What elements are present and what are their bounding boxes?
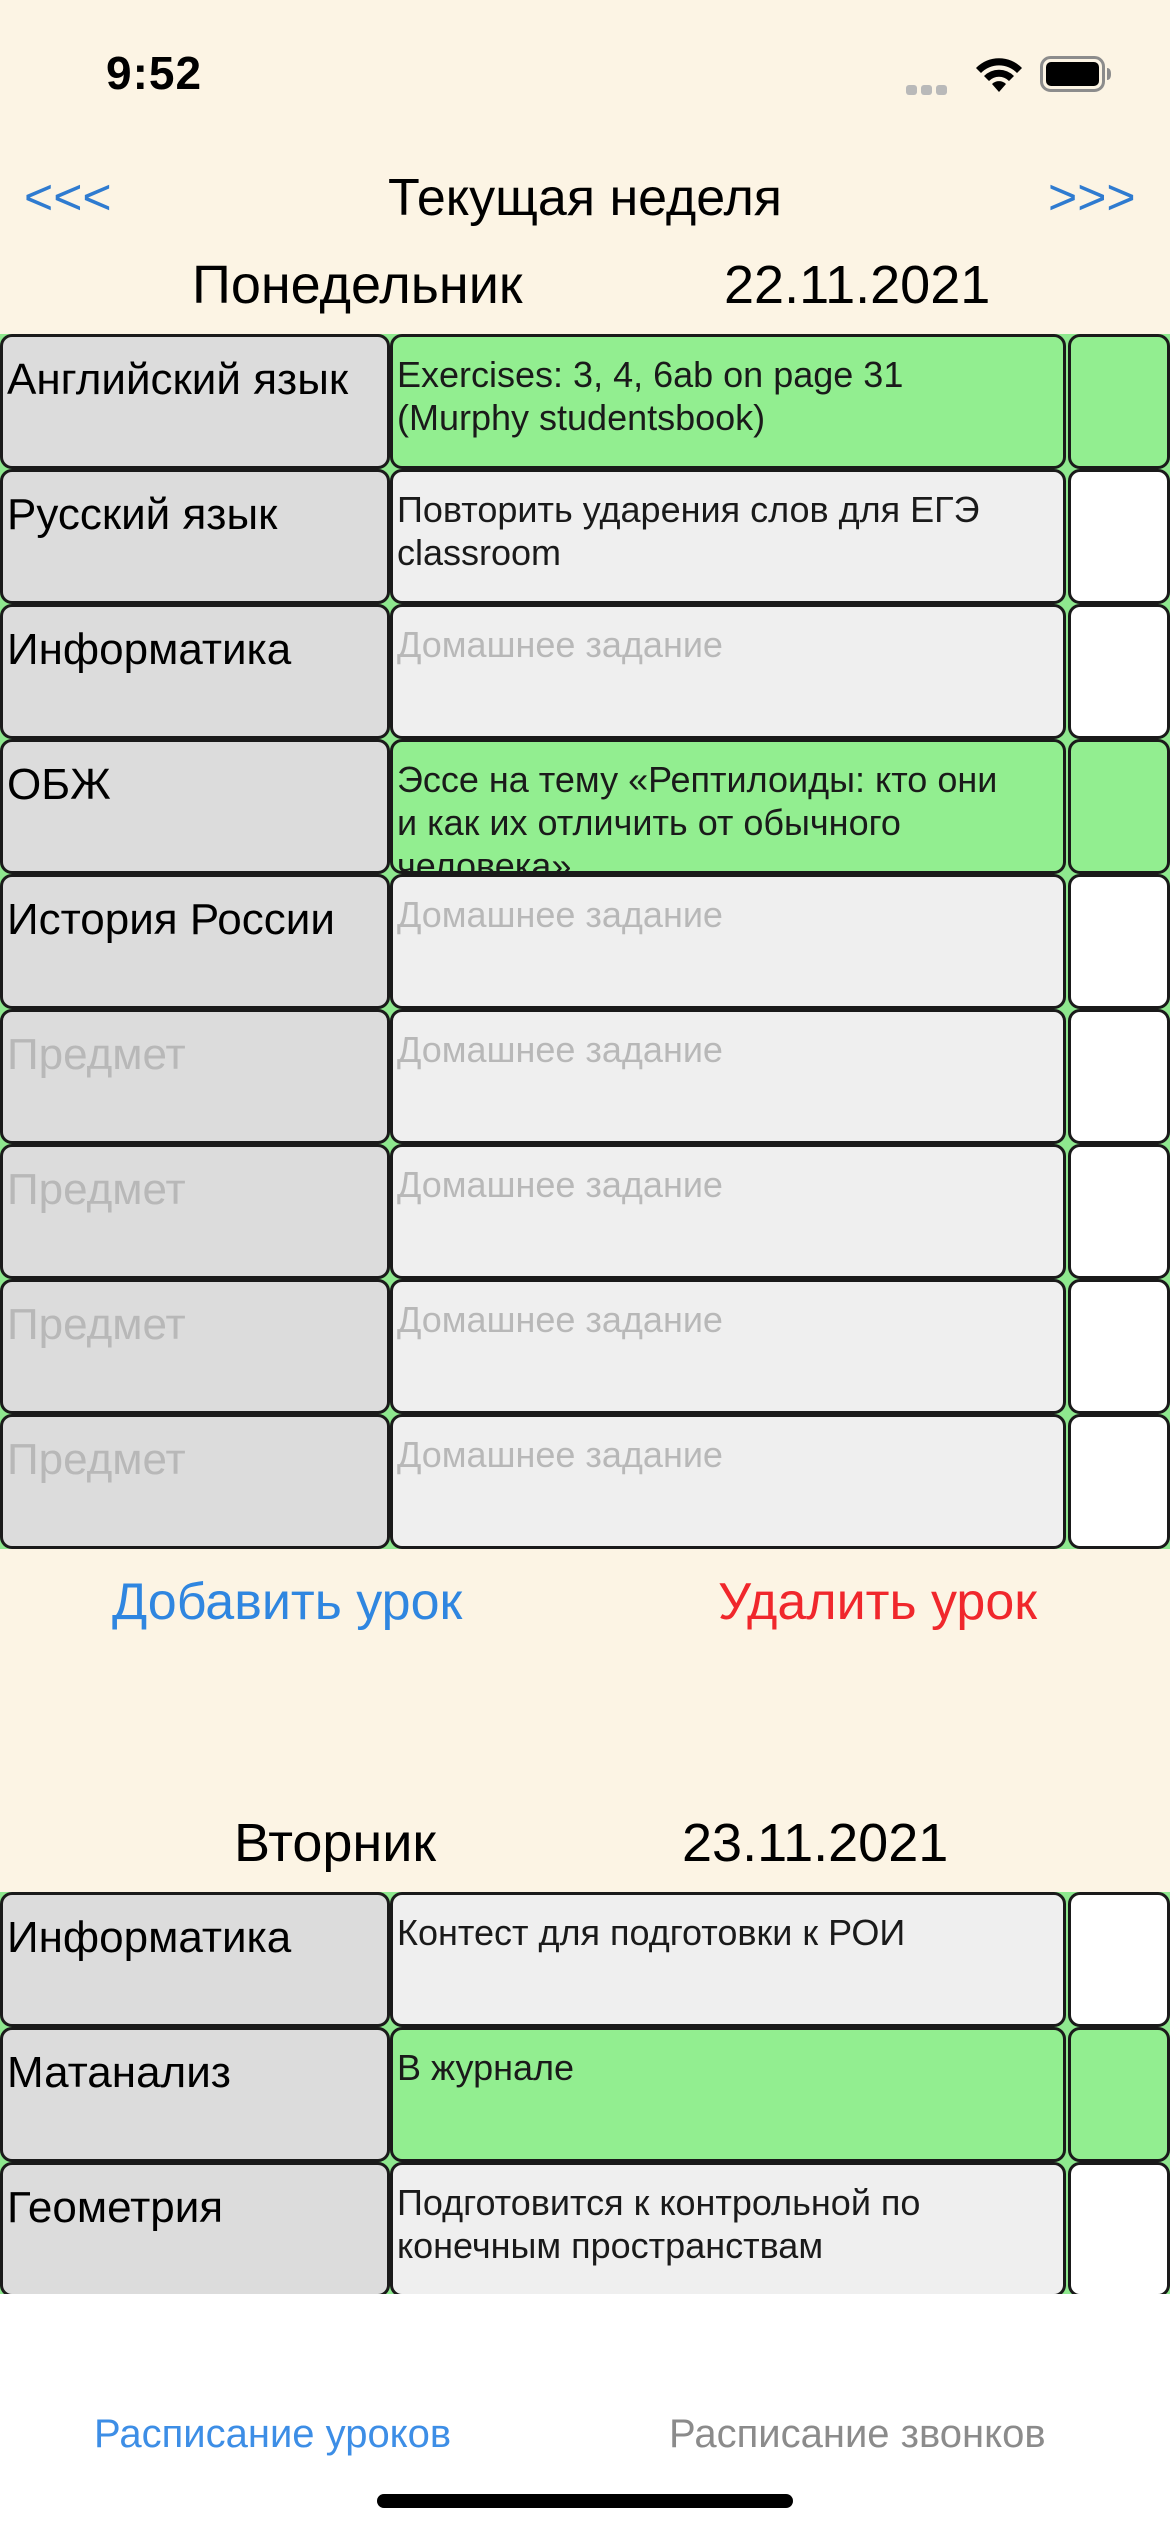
done-checkbox[interactable]	[1068, 2027, 1170, 2162]
homework-line: и как их отличить от обычного	[397, 802, 901, 843]
subject-field[interactable]: Информатика	[0, 604, 390, 739]
lesson-row: Предмет Домашнее задание	[0, 1144, 1170, 1279]
battery-icon	[1040, 56, 1111, 92]
lesson-list-tuesday: Информатика Контест для подготовки к РОИ…	[0, 1892, 1170, 2297]
tab-bar: Расписание уроков Расписание звонков	[0, 2294, 1170, 2532]
subject-field[interactable]: Английский язык	[0, 334, 390, 469]
done-checkbox[interactable]	[1068, 874, 1170, 1009]
homework-field[interactable]: Домашнее задание	[390, 1009, 1066, 1144]
done-checkbox[interactable]	[1068, 334, 1170, 469]
lesson-row: Информатика Контест для подготовки к РОИ	[0, 1892, 1170, 2027]
homework-line: Контест для подготовки к РОИ	[397, 1912, 906, 1953]
lesson-row: ОБЖ Эссе на тему «Рептилоиды: кто они и …	[0, 739, 1170, 874]
app-root: 9:52 <<< Текущая неделя >>> Понедельник …	[0, 0, 1170, 2532]
week-title: Текущая неделя	[388, 169, 782, 227]
subject-field[interactable]: Геометрия	[0, 2162, 390, 2297]
homework-line: Повторить ударения слов для ЕГЭ	[397, 489, 980, 530]
subject-field[interactable]: История России	[0, 874, 390, 1009]
subject-field[interactable]: Предмет	[0, 1279, 390, 1414]
tab-lesson-schedule[interactable]: Расписание уроков	[94, 2412, 451, 2457]
day-date-tuesday: 23.11.2021	[682, 1813, 949, 1873]
day-date-monday: 22.11.2021	[724, 255, 991, 315]
homework-field[interactable]: Подготовится к контрольной по конечным п…	[390, 2162, 1066, 2297]
lesson-row: Английский язык Exercises: 3, 4, 6ab on …	[0, 334, 1170, 469]
homework-field[interactable]: Домашнее задание	[390, 1279, 1066, 1414]
homework-field[interactable]: Exercises: 3, 4, 6ab on page 31 (Murphy …	[390, 334, 1066, 469]
lesson-row: Матанализ В журнале	[0, 2027, 1170, 2162]
subject-field[interactable]: Предмет	[0, 1414, 390, 1549]
homework-line: (Murphy studentsbook)	[397, 396, 1063, 439]
done-checkbox[interactable]	[1068, 1414, 1170, 1549]
homework-line: конечным пространствам	[397, 2225, 824, 2266]
cellular-signal-icon	[906, 82, 962, 95]
homework-line-text: (Murphy studentsbook)	[397, 397, 766, 438]
homework-line: classroom	[397, 532, 562, 573]
homework-line: Подготовится к контрольной по	[397, 2182, 921, 2223]
homework-line: человека»	[397, 845, 572, 874]
day-name-tuesday: Вторник	[234, 1813, 437, 1873]
subject-field[interactable]: Матанализ	[0, 2027, 390, 2162]
subject-field[interactable]: Информатика	[0, 1892, 390, 2027]
homework-line: Эссе на тему «Рептилоиды: кто они	[397, 759, 998, 800]
tab-bell-schedule[interactable]: Расписание звонков	[669, 2412, 1046, 2457]
done-checkbox[interactable]	[1068, 739, 1170, 874]
lesson-row: Предмет Домашнее задание	[0, 1009, 1170, 1144]
homework-field[interactable]: Домашнее задание	[390, 874, 1066, 1009]
subject-field[interactable]: ОБЖ	[0, 739, 390, 874]
homework-field[interactable]: Контест для подготовки к РОИ	[390, 1892, 1066, 2027]
lesson-row: Русский язык Повторить ударения слов для…	[0, 469, 1170, 604]
done-checkbox[interactable]	[1068, 2162, 1170, 2297]
homework-field[interactable]: Эссе на тему «Рептилоиды: кто они и как …	[390, 739, 1066, 874]
lesson-row: Геометрия Подготовится к контрольной по …	[0, 2162, 1170, 2297]
home-indicator	[377, 2494, 793, 2508]
homework-field[interactable]: Повторить ударения слов для ЕГЭ classroo…	[390, 469, 1066, 604]
homework-field[interactable]: Домашнее задание	[390, 604, 1066, 739]
subject-field[interactable]: Предмет	[0, 1009, 390, 1144]
done-checkbox[interactable]	[1068, 469, 1170, 604]
homework-line: Exercises: 3, 4, 6ab on page 31	[397, 354, 904, 395]
done-checkbox[interactable]	[1068, 604, 1170, 739]
lesson-list-monday: Английский язык Exercises: 3, 4, 6ab on …	[0, 334, 1170, 1549]
status-bar: 9:52	[0, 0, 1170, 140]
done-checkbox[interactable]	[1068, 1279, 1170, 1414]
homework-field[interactable]: Домашнее задание	[390, 1414, 1066, 1549]
day-name-monday: Понедельник	[192, 255, 523, 315]
lesson-row: История России Домашнее задание	[0, 874, 1170, 1009]
wifi-icon	[976, 58, 1022, 92]
done-checkbox[interactable]	[1068, 1009, 1170, 1144]
next-week-button[interactable]: >>>	[1048, 168, 1136, 226]
add-lesson-button[interactable]: Добавить урок	[112, 1572, 462, 1632]
lesson-row: Предмет Домашнее задание	[0, 1279, 1170, 1414]
homework-field[interactable]: В журнале	[390, 2027, 1066, 2162]
subject-field[interactable]: Предмет	[0, 1144, 390, 1279]
homework-line: В журнале	[397, 2047, 575, 2088]
lesson-row: Предмет Домашнее задание	[0, 1414, 1170, 1549]
subject-field[interactable]: Русский язык	[0, 469, 390, 604]
done-checkbox[interactable]	[1068, 1144, 1170, 1279]
homework-field[interactable]: Домашнее задание	[390, 1144, 1066, 1279]
status-time: 9:52	[106, 47, 203, 99]
lesson-row: Информатика Домашнее задание	[0, 604, 1170, 739]
delete-lesson-button[interactable]: Удалить урок	[718, 1572, 1037, 1632]
done-checkbox[interactable]	[1068, 1892, 1170, 2027]
previous-week-button[interactable]: <<<	[24, 168, 112, 226]
